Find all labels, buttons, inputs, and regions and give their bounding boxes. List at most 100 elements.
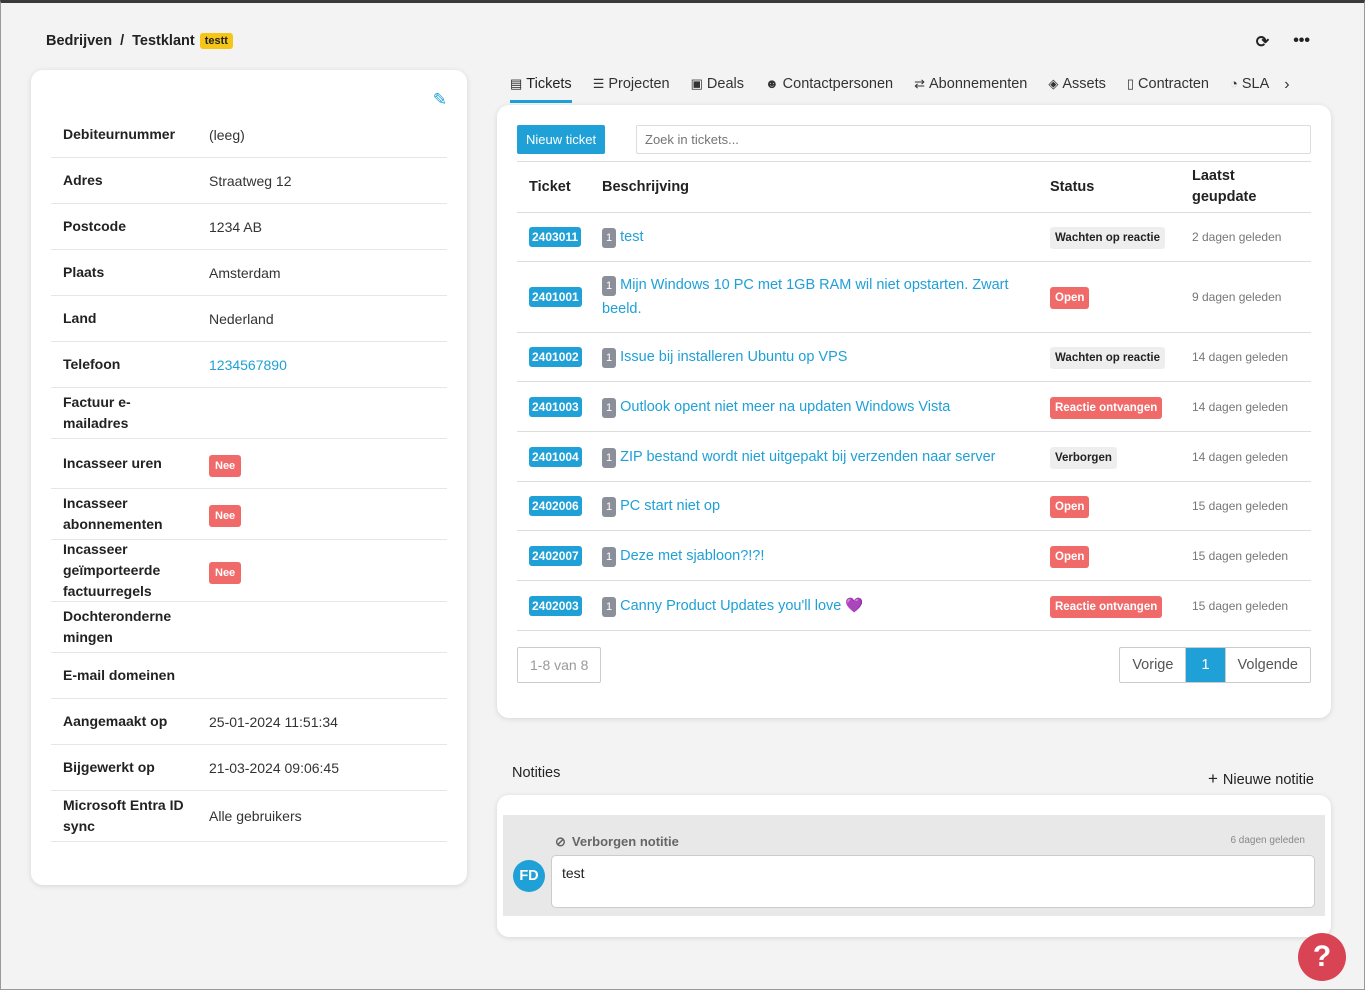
updated-cell: 14 dagen geleden [1192, 332, 1311, 382]
reply-count-badge: 1 [602, 228, 617, 248]
ticket-id-badge[interactable]: 2401001 [529, 287, 582, 307]
field-label: Incasseer geïmporteerde factuurregels [63, 541, 161, 599]
tab-abonnementen[interactable]: ⇄ Abonnementen [914, 72, 1027, 103]
table-row[interactable]: 2401001 1 Mijn Windows 10 PC met 1GB RAM w… [517, 261, 1311, 333]
prev-page-button[interactable]: Vorige [1120, 648, 1187, 682]
description-cell: 1 Outlook opent niet meer na updaten Wind… [602, 381, 1050, 432]
table-row[interactable]: 2401004 1 ZIP bestand wordt niet uitgepakt… [517, 431, 1311, 482]
status-badge: Verborgen [1050, 446, 1117, 469]
updated-timestamp: 14 dagen geleden [1192, 350, 1289, 364]
field-label: Plaats [63, 264, 105, 280]
updated-timestamp: 15 dagen geleden [1192, 548, 1289, 563]
chevron-right-icon[interactable]: › [1284, 72, 1289, 103]
next-page-button[interactable]: Volgende [1224, 648, 1310, 682]
tab-contactpersonen[interactable]: ☻ Contactpersonen [765, 72, 893, 103]
field-label: Bijgewerkt op [63, 759, 155, 775]
ticket-cell: 2401002 [517, 332, 602, 382]
description-cell: 1 test [602, 212, 1050, 262]
field-value: Nee [209, 454, 242, 477]
description-cell: 1 Issue bij installeren Ubuntu op VPS [602, 332, 1050, 382]
ticket-description-link[interactable]: test [620, 229, 643, 245]
company-field-row: Bijgewerkt op 21-03-2024 09:06:45 [51, 745, 447, 791]
field-value: 1234 AB [209, 218, 262, 235]
ticket-id-badge[interactable]: 2402007 [529, 545, 582, 566]
ticket-cell: 2401003 [517, 381, 602, 432]
field-value: Alle gebruikers [209, 808, 302, 824]
table-row[interactable]: 2402003 1 Canny Product Updates you'll lov… [517, 580, 1311, 631]
table-row[interactable]: 2402007 1 Deze met sjabloon?!?! Open 15 dage… [517, 530, 1311, 581]
table-row[interactable]: 2403011 1 test Wachten op reactie 2 dagen ge… [517, 212, 1311, 262]
ticket-description-link[interactable]: ZIP bestand wordt niet uitgepakt bij ver… [620, 449, 995, 465]
new-ticket-button[interactable]: Nieuw ticket [517, 125, 606, 154]
tab-projecten[interactable]: ☰ Projecten [593, 72, 670, 103]
tab-label: Contracten [1138, 76, 1209, 92]
status-cell: Reactie ontvangen [1050, 381, 1192, 432]
ticket-description-link[interactable]: Mijn Windows 10 PC met 1GB RAM wil niet … [602, 277, 1009, 317]
column-header[interactable]: Laatst geupdate [1192, 161, 1311, 213]
company-field-row: Dochteronderne mingen [51, 602, 447, 653]
table-row[interactable]: 2401002 1 Issue bij installeren Ubuntu op … [517, 332, 1311, 382]
note-body[interactable]: test [551, 855, 1315, 908]
help-button[interactable]: ? [1298, 933, 1346, 981]
tab-tickets[interactable]: ▤ Tickets [510, 72, 572, 103]
tab-contracten[interactable]: ▯ Contracten [1127, 72, 1209, 103]
more-icon[interactable]: ••• [1293, 32, 1310, 52]
tab-sla[interactable]: ◔ SLA [1230, 72, 1269, 103]
status-badge: Open [1050, 496, 1090, 518]
updated-cell: 9 dagen geleden [1192, 261, 1311, 333]
description-cell: 1 Canny Product Updates you'll love 💜 [602, 580, 1050, 631]
status-badge: Nee [209, 454, 242, 477]
new-note-button[interactable]: + Nieuwe notitie [1208, 769, 1314, 789]
field-label: Postcode [63, 218, 127, 234]
ticket-id-badge[interactable]: 2401004 [529, 446, 582, 467]
tab-assets[interactable]: ◈ Assets [1048, 72, 1106, 103]
field-value: 25-01-2024 11:51:34 [209, 713, 338, 730]
refresh-icon[interactable]: ⟳ [1256, 32, 1269, 52]
breadcrumb-separator: / [120, 33, 125, 49]
ticket-description-link[interactable]: Outlook opent niet meer na updaten Windo… [620, 399, 950, 415]
ticket-id-badge[interactable]: 2403011 [529, 227, 582, 247]
current-page-button[interactable]: 1 [1186, 648, 1225, 682]
table-row[interactable]: 2401003 1 Outlook opent niet meer na updat… [517, 381, 1311, 432]
avatar: FD [513, 860, 545, 892]
ticket-description-link[interactable]: Issue bij installeren Ubuntu op VPS [620, 349, 847, 365]
updated-cell: 15 dagen geleden [1192, 580, 1311, 631]
description-cell: 1 ZIP bestand wordt niet uitgepakt bij ve… [602, 431, 1050, 482]
field-value[interactable]: 1234567890 [209, 357, 287, 373]
updated-cell: 2 dagen geleden [1192, 212, 1311, 262]
tab-label: Assets [1062, 76, 1106, 92]
field-value: (leeg) [209, 126, 245, 143]
ticket-id-badge[interactable]: 2401002 [529, 347, 582, 367]
column-header[interactable]: Beschrijving [602, 161, 1050, 213]
new-note-label: Nieuwe notitie [1222, 772, 1314, 788]
ticket-description-link[interactable]: Deze met sjabloon?!?! [620, 548, 764, 564]
column-header[interactable]: Ticket [517, 161, 602, 213]
ticket-search-input[interactable] [636, 125, 1311, 154]
breadcrumb-parent[interactable]: Bedrijven [46, 33, 112, 49]
ticket-id-badge[interactable]: 2401003 [529, 396, 582, 417]
company-field-row: Plaats Amsterdam [51, 250, 447, 296]
company-field-row: Debiteurnummer (leeg) [51, 112, 447, 158]
note-visibility: ⊘ Verborgen notitie [555, 834, 679, 850]
breadcrumb-current: Testklant [132, 33, 195, 49]
tab-deals[interactable]: ▣ Deals [691, 72, 744, 103]
ticket-description-link[interactable]: PC start niet op [620, 498, 720, 514]
updated-timestamp: 14 dagen geleden [1192, 449, 1289, 464]
ticket-id-badge[interactable]: 2402006 [529, 496, 582, 516]
company-field-row: Factuur e-mailadres [51, 388, 447, 439]
column-header[interactable]: Status [1050, 161, 1192, 213]
ticket-id-badge[interactable]: 2402003 [529, 595, 582, 616]
company-field-row: Land Nederland [51, 296, 447, 342]
reply-count-badge: 1 [602, 596, 617, 617]
table-header: Ticket Beschrijving Status Laatst geupda… [517, 161, 1311, 213]
table-row[interactable]: 2402006 1 PC start niet op Open 15 dagen gel… [517, 481, 1311, 531]
ticket-description-link[interactable]: Canny Product Updates you'll love 💜 [620, 598, 863, 614]
edit-icon[interactable]: ✎ [433, 90, 447, 110]
status-cell: Open [1050, 530, 1192, 581]
field-label: Microsoft Entra ID sync [63, 797, 184, 834]
status-badge: Reactie ontvangen [1050, 595, 1163, 618]
tab-label: Contactpersonen [782, 76, 894, 92]
note-item: ⊘ Verborgen notitie 6 dagen geleden FD te… [503, 815, 1325, 916]
breadcrumb: Bedrijven / Testklant testt [46, 33, 233, 49]
field-value: Straatweg 12 [209, 172, 292, 189]
